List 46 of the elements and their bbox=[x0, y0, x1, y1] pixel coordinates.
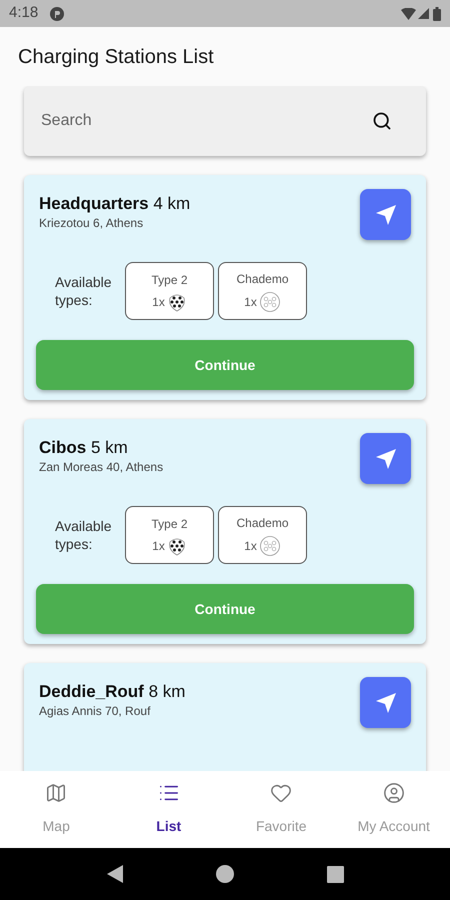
types-label: Available types: bbox=[55, 517, 113, 553]
signal-icon bbox=[418, 8, 429, 19]
connector-count: 1x bbox=[152, 294, 165, 310]
map-icon bbox=[45, 782, 68, 804]
status-time: 4:18 bbox=[9, 3, 38, 24]
station-name: Deddie_Rouf 8 km bbox=[39, 681, 186, 703]
nav-tab[interactable]: Map bbox=[0, 782, 112, 837]
connector-count: 1x bbox=[244, 294, 257, 310]
connector-label: Chademo bbox=[236, 514, 289, 532]
nav-tab[interactable]: Favorite bbox=[225, 782, 338, 837]
search-field[interactable]: Search bbox=[24, 86, 426, 156]
notification-icon bbox=[50, 6, 64, 20]
connector-label: Type 2 bbox=[151, 272, 188, 288]
navigate-button[interactable] bbox=[360, 677, 411, 728]
search-icon[interactable] bbox=[372, 111, 392, 131]
page-title: Charging Stations List bbox=[18, 45, 215, 69]
continue-button[interactable]: Continue bbox=[36, 584, 414, 634]
recents-icon[interactable] bbox=[326, 866, 344, 882]
nav-tab[interactable]: My Account bbox=[338, 782, 450, 837]
navigate-button[interactable] bbox=[360, 433, 411, 484]
navigation-arrow-icon bbox=[374, 446, 398, 470]
user-icon bbox=[382, 782, 405, 804]
connector-icon bbox=[166, 292, 187, 312]
heart-icon bbox=[270, 782, 292, 804]
station-name: Headquarters 4 km bbox=[39, 193, 190, 215]
navigation-arrow-icon bbox=[374, 690, 398, 714]
types-label: Available types: bbox=[55, 273, 113, 309]
station-address: Kriezotou 6, Athens bbox=[39, 215, 144, 231]
navigation-arrow-icon bbox=[374, 202, 398, 226]
continue-button[interactable]: Continue bbox=[36, 340, 414, 390]
connector-icon bbox=[258, 290, 281, 312]
connector-count: 1x bbox=[152, 538, 165, 554]
wifi-icon bbox=[401, 8, 416, 20]
back-icon[interactable] bbox=[106, 865, 122, 883]
station-name: Cibos 5 km bbox=[39, 437, 129, 459]
connector-icon bbox=[258, 534, 281, 556]
battery-icon bbox=[433, 6, 441, 20]
navigate-button[interactable] bbox=[360, 189, 411, 240]
connector-count: 1x bbox=[244, 538, 257, 554]
connector-label: Type 2 bbox=[151, 516, 188, 532]
connector-label: Chademo bbox=[236, 270, 289, 288]
connector-icon bbox=[166, 536, 187, 556]
station-address: Zan Moreas 40, Athens bbox=[39, 459, 164, 475]
home-icon[interactable] bbox=[216, 865, 234, 883]
station-address: Agias Annis 70, Rouf bbox=[39, 703, 152, 719]
nav-tab[interactable]: List bbox=[112, 782, 225, 837]
